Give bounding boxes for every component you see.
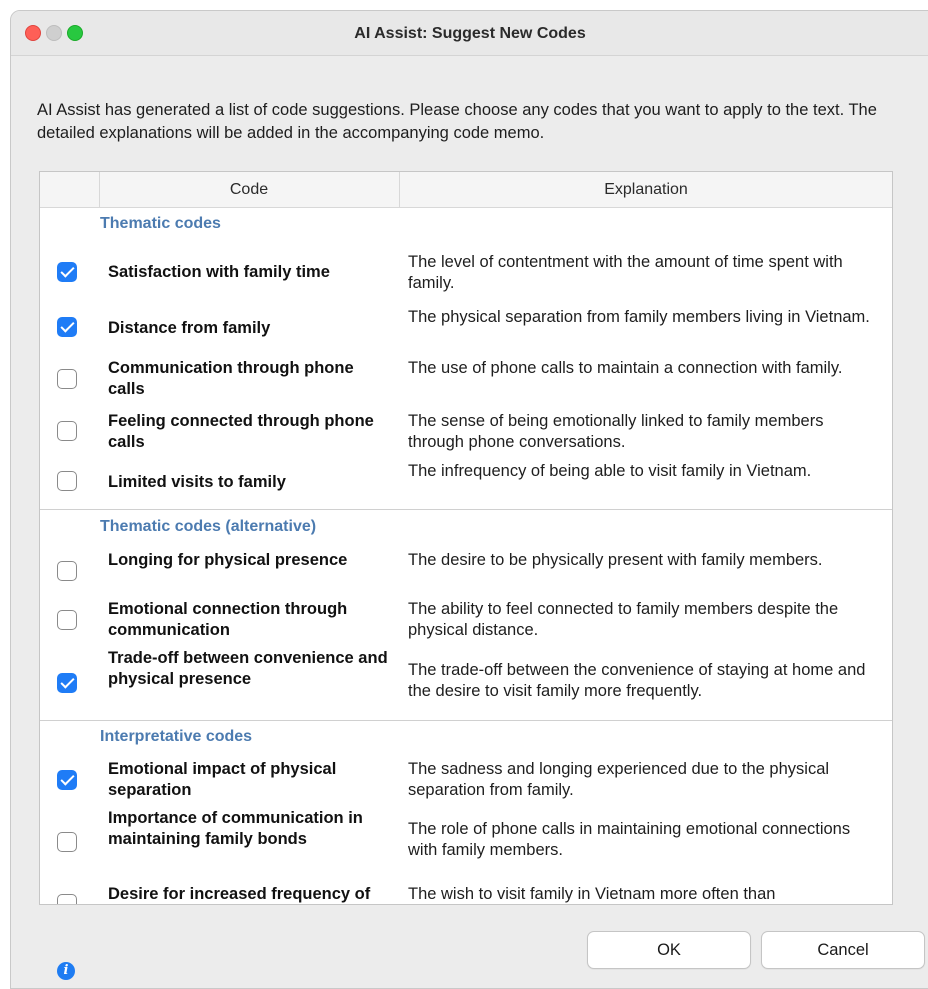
header-code[interactable]: Code (99, 172, 400, 207)
code-explanation: The sadness and longing experienced due … (408, 760, 830, 799)
ok-button[interactable]: OK (587, 931, 751, 969)
table-row[interactable]: Importance of communication in maintaini… (40, 808, 892, 876)
table-row[interactable]: Distance from family The physical separa… (40, 304, 892, 350)
row-checkbox[interactable] (57, 421, 77, 441)
row-checkbox[interactable] (57, 610, 77, 630)
code-name: Communication through phone calls (108, 359, 354, 398)
code-name: Trade-off between convenience and physic… (108, 649, 388, 688)
code-explanation: The level of contentment with the amount… (408, 253, 843, 292)
code-name: Emotional connection through communicati… (108, 600, 348, 639)
code-explanation: The trade-off between the convenience of… (408, 661, 866, 700)
code-name: Longing for physical presence (108, 551, 348, 569)
code-suggestions-table: Code Explanation Thematic codes Satisfac… (39, 171, 893, 905)
table-row[interactable]: Longing for physical presence The desire… (40, 550, 892, 596)
table-row[interactable]: Limited visits to family The infrequency… (40, 462, 892, 508)
code-explanation: The use of phone calls to maintain a con… (408, 359, 843, 377)
row-checkbox[interactable] (57, 369, 77, 389)
row-checkbox[interactable] (57, 262, 77, 282)
row-checkbox[interactable] (57, 832, 77, 852)
table-header: Code Explanation (40, 172, 892, 208)
code-name: Desire for increased frequency of visits (108, 885, 371, 903)
cancel-button[interactable]: Cancel (761, 931, 925, 969)
section-title-thematic: Thematic codes (100, 215, 221, 232)
table-row[interactable]: Desire for increased frequency of visits… (40, 884, 892, 904)
row-checkbox[interactable] (57, 317, 77, 337)
row-checkbox[interactable] (57, 673, 77, 693)
row-checkbox[interactable] (57, 894, 77, 904)
section-divider (40, 509, 892, 510)
code-name: Feeling connected through phone calls (108, 412, 374, 451)
table-row[interactable]: Emotional impact of physical separation … (40, 758, 892, 804)
row-checkbox[interactable] (57, 561, 77, 581)
code-explanation: The physical separation from family memb… (408, 308, 870, 326)
table-row[interactable]: Satisfaction with family time The level … (40, 249, 892, 295)
code-name: Satisfaction with family time (108, 263, 330, 281)
code-name: Limited visits to family (108, 473, 286, 491)
table-row[interactable]: Emotional connection through communicati… (40, 599, 892, 645)
code-name: Emotional impact of physical separation (108, 760, 337, 799)
row-checkbox[interactable] (57, 770, 77, 790)
code-explanation: The wish to visit family in Vietnam more… (408, 885, 776, 903)
section-divider (40, 720, 892, 721)
code-explanation: The role of phone calls in maintaining e… (408, 820, 851, 859)
code-explanation: The desire to be physically present with… (408, 551, 823, 569)
title-bar: AI Assist: Suggest New Codes (11, 11, 928, 56)
table-row[interactable]: Communication through phone calls The us… (40, 356, 892, 402)
code-explanation: The infrequency of being able to visit f… (408, 462, 812, 480)
header-explanation[interactable]: Explanation (400, 172, 892, 207)
code-name: Importance of communication in maintaini… (108, 809, 363, 848)
intro-text: AI Assist has generated a list of code s… (37, 101, 877, 142)
window-title: AI Assist: Suggest New Codes (354, 25, 586, 42)
section-title-interpretative: Interpretative codes (100, 728, 253, 745)
table-row[interactable]: Trade-off between convenience and physic… (40, 648, 892, 718)
section-title-thematic-alternative: Thematic codes (alternative) (100, 518, 317, 535)
table-row[interactable]: Feeling connected through phone calls Th… (40, 409, 892, 455)
code-name: Distance from family (108, 319, 271, 337)
header-checkbox-column (40, 172, 100, 207)
row-checkbox[interactable] (57, 471, 77, 491)
info-icon[interactable]: i (57, 962, 75, 980)
dialog-window: AI Assist: Suggest New Codes AI Assist h… (10, 10, 928, 989)
code-explanation: The ability to feel connected to family … (408, 600, 839, 639)
code-explanation: The sense of being emotionally linked to… (408, 412, 824, 451)
